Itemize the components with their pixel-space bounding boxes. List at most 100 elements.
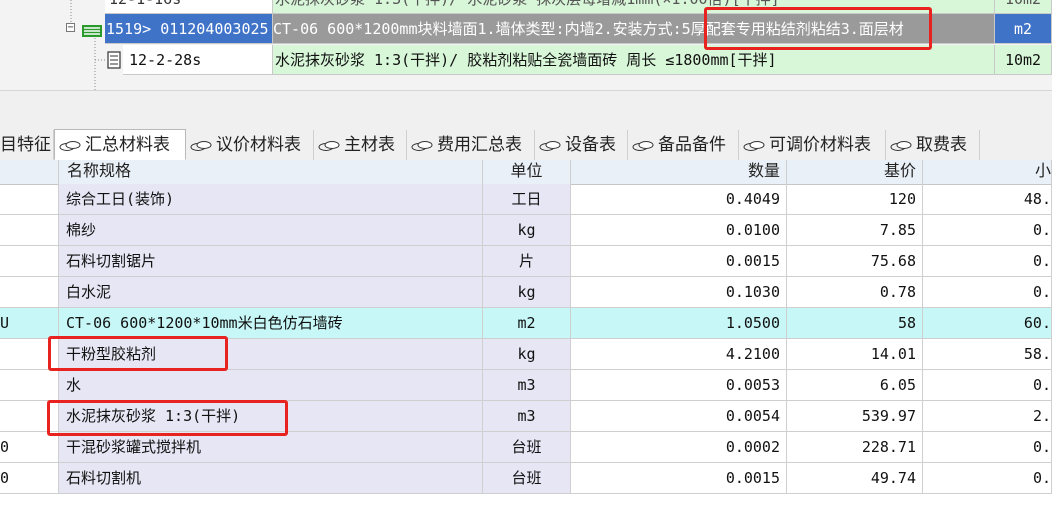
row-name-cell: 水泥抹灰砂浆 1:3(干拌)	[59, 401, 483, 432]
table-row[interactable]: 水 m3 0.0053 6.05 0.	[0, 370, 1052, 401]
table-row-highlighted[interactable]: U CT-06 600*1200*10mm米白色仿石墙砖 m2 1.0500 5…	[0, 308, 1052, 339]
tab-negotiated-materials[interactable]: 议价材料表	[186, 130, 314, 160]
item-code: 12-2-28s	[123, 45, 273, 75]
tree-row-selected[interactable]: − 1519> 011204003025 CT-06 600*1200mm块料墙…	[0, 14, 1052, 45]
quota-document-icon	[107, 51, 121, 69]
table-row[interactable]: 水泥抹灰砂浆 1:3(干拌) m3 0.0054 539.97 2.	[0, 401, 1052, 432]
tab-label: 费用汇总表	[437, 135, 522, 154]
row-name-cell: 干粉型胶粘剂	[59, 339, 483, 370]
header-cell[interactable]	[0, 160, 59, 184]
stack-icon	[411, 140, 433, 151]
row-code-cell	[0, 246, 59, 277]
stack-icon	[890, 140, 912, 151]
table-row[interactable]: 棉纱 kg 0.0100 7.85 0.	[0, 215, 1052, 246]
table-row[interactable]: 0 干混砂浆罐式搅拌机 台班 0.0002 228.71 0.	[0, 432, 1052, 463]
tab-label: 设备表	[565, 135, 616, 154]
row-subtotal-cell: 60.	[923, 308, 1052, 339]
stack-icon	[743, 140, 765, 151]
item-seq: 1519>	[106, 20, 152, 38]
header-quantity[interactable]: 数量	[571, 160, 787, 184]
tab-equipment[interactable]: 设备表	[535, 130, 628, 160]
item-code-value: 011204003025	[160, 20, 269, 38]
tab-label: 汇总材料表	[85, 135, 170, 154]
table-row[interactable]: 石料切割锯片 片 0.0015 75.68 0.	[0, 246, 1052, 277]
row-qty-cell: 0.0100	[571, 215, 787, 246]
row-unit-cell: 片	[483, 246, 571, 277]
tab-label: 备品备件	[658, 135, 726, 154]
table-row[interactable]: 0 石料切割机 台班 0.0015 49.74 0.	[0, 463, 1052, 494]
row-qty-cell: 0.0002	[571, 432, 787, 463]
stack-icon	[539, 140, 561, 151]
row-unit-cell: 工日	[483, 184, 571, 215]
item-code: 1519> 011204003025	[105, 14, 273, 44]
item-description: 水泥抹灰砂浆 1:3(干拌)/ 胶粘剂粘贴全瓷墙面砖 周长 ≤1800mm[干拌…	[273, 45, 995, 75]
panel-splitter[interactable]	[0, 90, 1052, 127]
table-row[interactable]: 白水泥 kg 0.1030 0.78 0.	[0, 277, 1052, 308]
row-qty-cell: 0.1030	[571, 277, 787, 308]
row-code-cell	[0, 277, 59, 308]
row-code-cell: 0	[0, 463, 59, 494]
row-code-cell	[0, 184, 59, 215]
table-row[interactable]: 干粉型胶粘剂 kg 4.2100 14.01 58.	[0, 339, 1052, 370]
row-name-cell: 棉纱	[59, 215, 483, 246]
tab-fee-table[interactable]: 取费表	[886, 130, 980, 160]
row-subtotal-cell: 0.	[923, 432, 1052, 463]
row-unit-cell: m2	[483, 308, 571, 339]
tree-row-partial[interactable]: 12-1-16s 水泥抹灰砂浆 1:3(干拌)/ 水泥砂浆 抹灰层每增减1mm(…	[0, 0, 1052, 15]
tab-summary-materials[interactable]: 汇总材料表	[54, 129, 186, 160]
row-subtotal-cell: 58.	[923, 339, 1052, 370]
row-code-cell: 0	[0, 432, 59, 463]
tab-label: 可调价材料表	[769, 135, 871, 154]
row-price-cell: 0.78	[787, 277, 923, 308]
row-price-cell: 120	[787, 184, 923, 215]
item-description: 水泥抹灰砂浆 1:3(干拌)/ 水泥砂浆 抹灰层每增减1mm(×1.00倍)[干…	[273, 0, 995, 14]
tab-label: 主材表	[344, 135, 395, 154]
row-qty-cell: 0.0015	[571, 463, 787, 494]
row-unit-cell: m3	[483, 401, 571, 432]
bill-item-icon	[82, 23, 102, 37]
collapse-toggle-icon[interactable]: −	[66, 23, 75, 33]
tree-row-quota[interactable]: 12-2-28s 水泥抹灰砂浆 1:3(干拌)/ 胶粘剂粘贴全瓷墙面砖 周长 ≤…	[0, 45, 1052, 76]
stack-icon	[318, 140, 340, 151]
item-unit: 10m2	[995, 45, 1052, 75]
tab-spare-parts[interactable]: 备品备件	[628, 130, 739, 160]
row-price-cell: 14.01	[787, 339, 923, 370]
row-subtotal-cell: 2.	[923, 401, 1052, 432]
row-qty-cell: 0.0054	[571, 401, 787, 432]
tab-label: 目特征	[0, 135, 51, 154]
header-unit[interactable]: 单位	[483, 160, 571, 184]
row-name-cell: 干混砂浆罐式搅拌机	[59, 432, 483, 463]
row-subtotal-cell: 0.	[923, 246, 1052, 277]
row-unit-cell: kg	[483, 277, 571, 308]
tab-cost-summary[interactable]: 费用汇总表	[407, 130, 535, 160]
row-unit-cell: m3	[483, 370, 571, 401]
header-name-spec[interactable]: 名称规格	[59, 160, 483, 184]
header-base-price[interactable]: 基价	[787, 160, 923, 184]
item-code: 12-1-16s	[105, 0, 273, 14]
row-name-cell: 石料切割机	[59, 463, 483, 494]
header-subtotal[interactable]: 小	[923, 160, 1052, 184]
row-code-cell	[0, 401, 59, 432]
row-subtotal-cell: 48.	[923, 184, 1052, 215]
row-qty-cell: 1.0500	[571, 308, 787, 339]
row-price-cell: 7.85	[787, 215, 923, 246]
row-code-cell: U	[0, 308, 59, 339]
item-description: CT-06 600*1200mm块料墙面1.墙体类型:内墙2.安装方式:5厚配套…	[273, 14, 995, 44]
row-price-cell: 58	[787, 308, 923, 339]
tab-main-materials[interactable]: 主材表	[314, 130, 407, 160]
row-name-cell: 综合工日(装饰)	[59, 184, 483, 215]
row-unit-cell: kg	[483, 339, 571, 370]
stack-icon	[190, 140, 212, 151]
tab-adjustable-materials[interactable]: 可调价材料表	[739, 130, 886, 160]
item-unit: 10m2	[995, 0, 1052, 14]
row-qty-cell: 4.2100	[571, 339, 787, 370]
table-row[interactable]: 综合工日(装饰) 工日 0.4049 120 48.	[0, 184, 1052, 215]
item-unit: m2	[995, 14, 1052, 44]
row-unit-cell: 台班	[483, 432, 571, 463]
row-code-cell	[0, 339, 59, 370]
tab-label: 取费表	[916, 135, 967, 154]
row-subtotal-cell: 0.	[923, 463, 1052, 494]
tab-item-features[interactable]: 目特征	[0, 130, 54, 160]
row-subtotal-cell: 0.	[923, 215, 1052, 246]
stack-icon	[632, 140, 654, 151]
